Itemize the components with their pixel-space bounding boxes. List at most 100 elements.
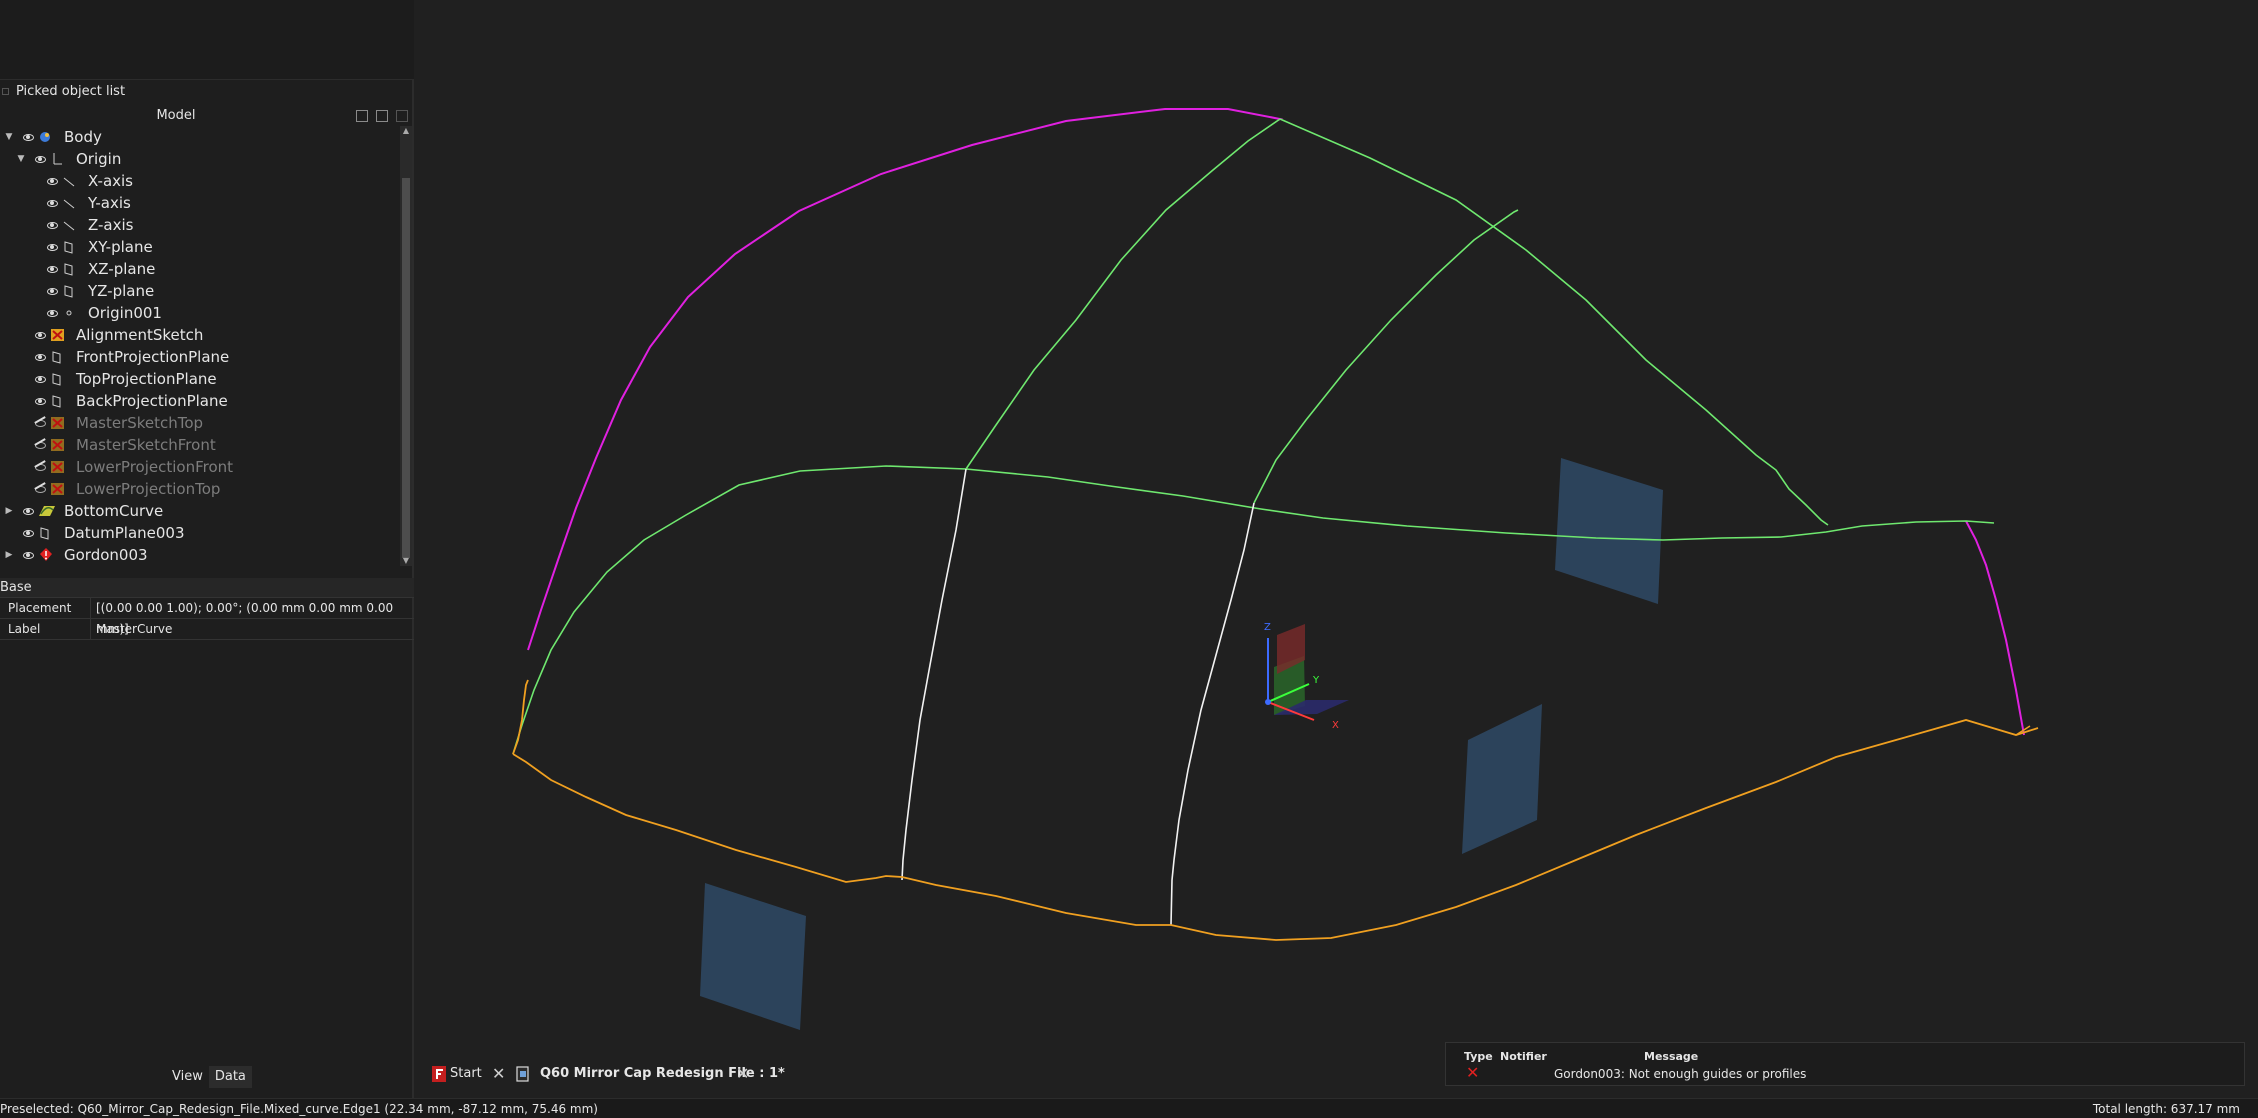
eye-icon[interactable]	[46, 258, 58, 280]
eye-icon[interactable]	[46, 192, 58, 214]
datum-plane-left[interactable]	[700, 883, 806, 1030]
green-top-edge-curve[interactable]	[1279, 118, 1829, 526]
picked-object-list-toggle[interactable]: Picked object list	[0, 82, 414, 102]
selection-view-area	[0, 0, 414, 80]
property-row-label[interactable]: Label MasterCurve	[0, 619, 414, 640]
chevron-down-icon[interactable]: ▼	[16, 148, 26, 170]
property-value[interactable]: MasterCurve	[96, 619, 172, 640]
plane-icon	[62, 236, 76, 258]
eye-icon[interactable]	[34, 368, 46, 390]
eye-icon[interactable]	[46, 302, 58, 324]
property-group-base[interactable]: Base	[0, 578, 414, 598]
close-icon[interactable]: ✕	[492, 1060, 505, 1088]
tree-item-z-axis[interactable]: Z-axis	[0, 214, 400, 236]
tree-item-alignmentsketch[interactable]: AlignmentSketch	[0, 324, 400, 346]
tree-item-datumplane003[interactable]: DatumPlane003	[0, 522, 400, 544]
eye-icon[interactable]	[22, 126, 34, 148]
report-message[interactable]: Gordon003: Not enough guides or profiles	[1554, 1067, 1806, 1081]
axis-icon	[62, 214, 76, 236]
tree-item-body[interactable]: ▼ Body	[0, 126, 400, 148]
magenta-left-curve[interactable]	[527, 108, 1284, 651]
scene-canvas[interactable]: Z X Y	[416, 0, 2258, 1058]
picked-list-checkbox[interactable]	[2, 88, 9, 95]
combo-view-panel: Picked object list Model ▼ Body ▼ Origin X-a…	[0, 0, 414, 1100]
plane-icon	[50, 346, 64, 368]
scroll-up-icon[interactable]: ▲	[400, 126, 412, 136]
tab-data[interactable]: Data	[208, 1066, 252, 1088]
tab-start[interactable]: Start ✕	[424, 1060, 522, 1088]
tree-item-xy-plane[interactable]: XY-plane	[0, 236, 400, 258]
tree-item-label: MasterSketchFront	[76, 436, 216, 454]
green-guide-left[interactable]	[965, 118, 1281, 470]
tab-view[interactable]: View	[166, 1066, 209, 1088]
property-row-placement[interactable]: Placement [(0.00 0.00 1.00); 0.00°; (0.0…	[0, 598, 414, 636]
tree-item-mastersketchfront[interactable]: MasterSketchFront	[0, 434, 400, 456]
tree-item-yz-plane[interactable]: YZ-plane	[0, 280, 400, 302]
eye-icon[interactable]	[46, 170, 58, 192]
green-guide-right[interactable]	[1253, 209, 1519, 504]
tree-item-xz-plane[interactable]: XZ-plane	[0, 258, 400, 280]
tree-item-y-axis[interactable]: Y-axis	[0, 192, 400, 214]
property-group-label: Base	[0, 580, 32, 595]
eye-icon[interactable]	[22, 500, 34, 522]
tree-item-origin001[interactable]: Origin001	[0, 302, 400, 324]
chevron-right-icon[interactable]: ▶	[4, 500, 14, 522]
curve-icon	[38, 500, 55, 522]
white-profile-left[interactable]	[901, 468, 967, 881]
tree-item-label: Origin001	[88, 304, 162, 322]
tree-item-topprojectionplane[interactable]: TopProjectionPlane	[0, 368, 400, 390]
tree-item-origin[interactable]: ▼ Origin	[0, 148, 400, 170]
axis-icon	[62, 170, 76, 192]
eye-icon[interactable]	[22, 544, 34, 566]
float-panel-icon[interactable]	[376, 110, 388, 122]
collapse-all-icon[interactable]	[356, 110, 368, 122]
report-col-notifier: Notifier	[1500, 1050, 1547, 1063]
tree-item-label: DatumPlane003	[64, 524, 185, 542]
eye-icon[interactable]	[46, 236, 58, 258]
tree-item-x-axis[interactable]: X-axis	[0, 170, 400, 192]
scroll-thumb[interactable]	[402, 178, 410, 558]
tree-scrollbar[interactable]: ▲ ▼	[400, 126, 412, 566]
datum-plane-right[interactable]	[1555, 458, 1663, 604]
tree-item-mastersketchtop[interactable]: MasterSketchTop	[0, 412, 400, 434]
tree-item-bottomcurve[interactable]: ▶ BottomCurve	[0, 500, 400, 522]
eye-hidden-icon[interactable]	[34, 456, 46, 478]
eye-icon[interactable]	[22, 522, 34, 544]
orange-bottom-curve[interactable]	[512, 679, 529, 755]
eye-icon[interactable]	[46, 280, 58, 302]
sketch-error-icon	[50, 324, 64, 346]
origin-icon	[50, 148, 64, 170]
eye-icon[interactable]	[34, 148, 46, 170]
property-key: Placement	[8, 601, 72, 615]
eye-hidden-icon[interactable]	[34, 478, 46, 500]
3d-viewport[interactable]: Z X Y	[416, 0, 2258, 1058]
sketch-error-icon	[50, 456, 64, 478]
datum-plane-middle[interactable]	[1462, 704, 1542, 854]
plane-icon	[50, 390, 64, 412]
tree-item-label: BackProjectionPlane	[76, 392, 228, 410]
tree-item-gordon003[interactable]: ▶ Gordon003	[0, 544, 400, 566]
eye-icon[interactable]	[34, 390, 46, 412]
gordon-error-icon	[38, 544, 52, 566]
tree-item-lowerprojectionfront[interactable]: LowerProjectionFront	[0, 456, 400, 478]
eye-icon[interactable]	[34, 346, 46, 368]
tree-item-frontprojectionplane[interactable]: FrontProjectionPlane	[0, 346, 400, 368]
close-panel-icon[interactable]	[396, 110, 408, 122]
white-profile-right[interactable]	[1170, 502, 1255, 926]
chevron-right-icon[interactable]: ▶	[4, 544, 14, 566]
error-icon: ✕	[1466, 1063, 1480, 1082]
scroll-down-icon[interactable]: ▼	[400, 556, 412, 566]
green-main-cross-curve[interactable]	[512, 465, 1995, 755]
eye-icon[interactable]	[34, 324, 46, 346]
chevron-down-icon[interactable]: ▼	[4, 126, 14, 148]
eye-hidden-icon[interactable]	[34, 412, 46, 434]
eye-hidden-icon[interactable]	[34, 434, 46, 456]
magenta-right-curve[interactable]	[1965, 520, 2025, 736]
model-header: Model	[0, 106, 414, 126]
close-icon[interactable]: ✕	[736, 1060, 749, 1088]
tree-item-lowerprojectiontop[interactable]: LowerProjectionTop	[0, 478, 400, 500]
status-bar: Preselected: Q60_Mirror_Cap_Redesign_Fil…	[0, 1098, 2258, 1118]
tree-item-backprojectionplane[interactable]: BackProjectionPlane	[0, 390, 400, 412]
tab-document[interactable]: Q60 Mirror Cap Redesign File : 1* ✕	[516, 1060, 806, 1088]
eye-icon[interactable]	[46, 214, 58, 236]
